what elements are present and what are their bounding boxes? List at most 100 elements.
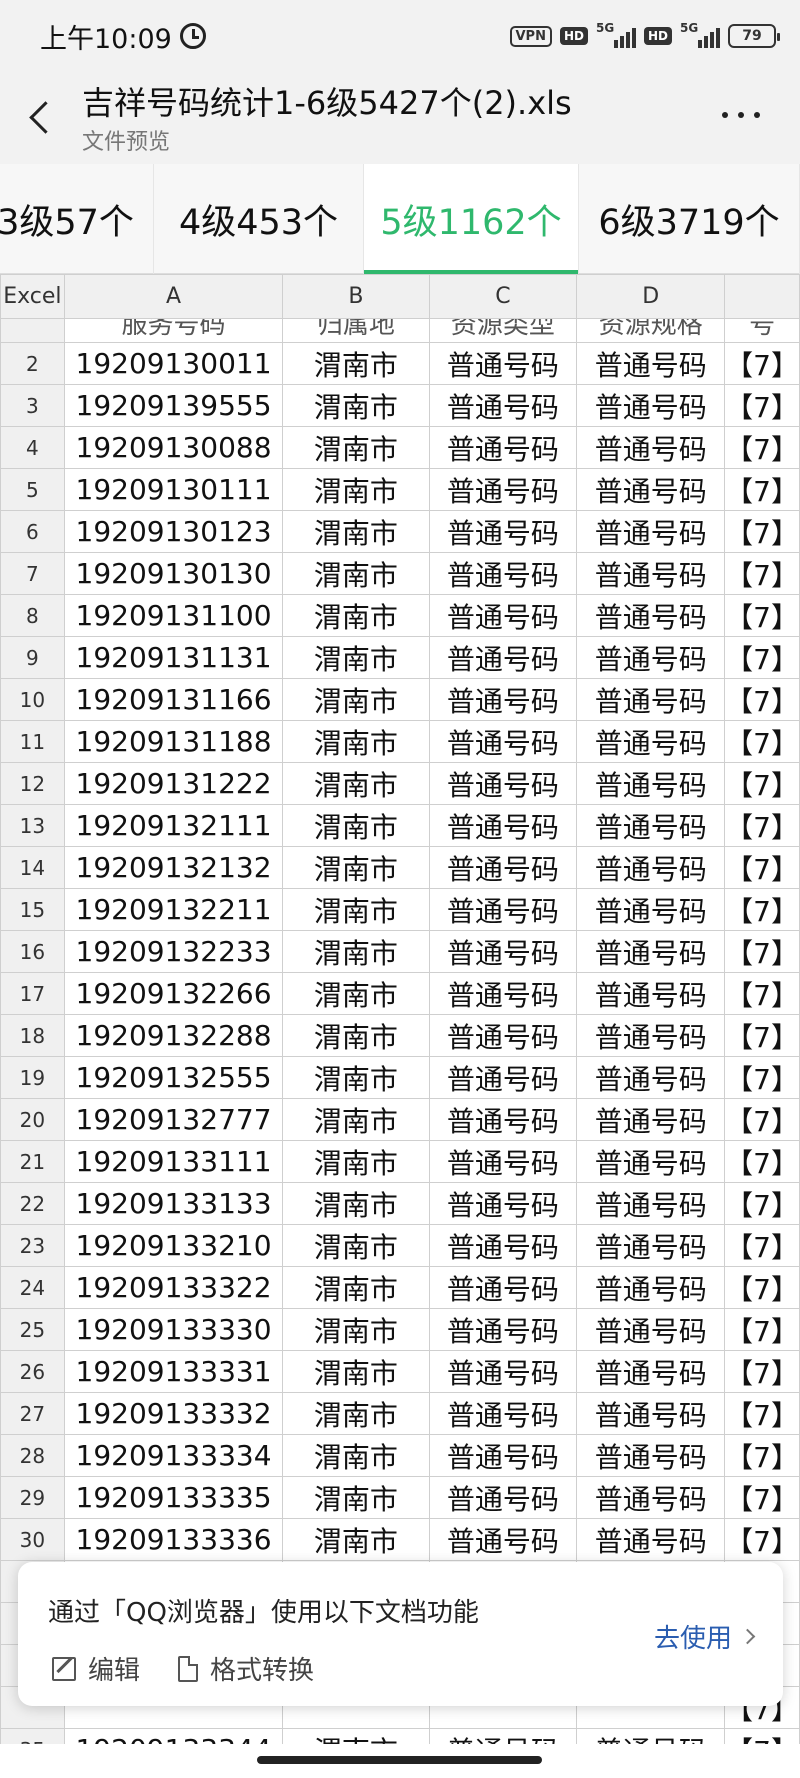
cell-region[interactable]: 渭南市 [282,594,430,637]
cell-region[interactable]: 渭南市 [282,930,430,973]
cell-type[interactable]: 普通号码 [428,1434,578,1477]
cell-region[interactable]: 渭南市 [282,1308,430,1351]
cell-type[interactable]: 普通号码 [428,552,578,595]
cell-spec[interactable]: 普通号码 [576,678,726,721]
cell-spec[interactable]: 普通号码 [576,594,726,637]
cell-region[interactable]: 渭南市 [282,1182,430,1225]
cell-extra[interactable]: 【7】 [724,678,800,721]
cell-extra[interactable]: 【7】 [724,1728,800,1744]
cell-type[interactable]: 普通号码 [428,1224,578,1267]
cell-type[interactable]: 普通号码 [428,1518,578,1561]
cell-number[interactable]: 19209133332 [63,1392,284,1435]
cell-number[interactable]: 19209131100 [63,594,284,637]
cell-type[interactable]: 普通号码 [428,1476,578,1519]
cell-region[interactable]: 渭南市 [282,1140,430,1183]
cell-region[interactable]: 渭南市 [282,342,430,385]
cell-extra[interactable]: 【7】 [724,1266,800,1309]
cell-extra[interactable]: 【7】 [724,1434,800,1477]
cell-type[interactable]: 普通号码 [428,1728,578,1744]
cell-spec[interactable]: 普通号码 [576,1014,726,1057]
cell-type[interactable]: 普通号码 [428,1308,578,1351]
cell-type[interactable]: 普通号码 [428,1014,578,1057]
cell[interactable]: 归属地 [282,318,430,343]
cell-spec[interactable]: 普通号码 [576,426,726,469]
cell-region[interactable]: 渭南市 [282,1224,430,1267]
cell-number[interactable]: 19209131188 [63,720,284,763]
more-icon[interactable] [722,112,760,118]
cell[interactable]: 资源类型 [428,318,578,343]
column-header-c[interactable]: C [428,274,578,319]
cell-extra[interactable]: 【7】 [724,426,800,469]
cell-number[interactable]: 19209132132 [63,846,284,889]
cell-number[interactable]: 19209133344 [63,1728,284,1744]
home-indicator[interactable] [257,1756,542,1764]
cell-region[interactable]: 渭南市 [282,1392,430,1435]
cell-number[interactable]: 19209133335 [63,1476,284,1519]
cell-extra[interactable]: 【7】 [724,384,800,427]
cell-spec[interactable]: 普通号码 [576,762,726,805]
edit-button[interactable]: 编辑 [52,1650,140,1687]
cell-region[interactable]: 渭南市 [282,972,430,1015]
cell-type[interactable]: 普通号码 [428,342,578,385]
cell[interactable]: 资源规格 [576,318,726,343]
cell-number[interactable]: 19209132266 [63,972,284,1015]
cell-number[interactable]: 19209130130 [63,552,284,595]
cell-type[interactable]: 普通号码 [428,888,578,931]
cell-type[interactable]: 普通号码 [428,972,578,1015]
cell-region[interactable]: 渭南市 [282,552,430,595]
cell-number[interactable]: 19209130088 [63,426,284,469]
cell-spec[interactable]: 普通号码 [576,1140,726,1183]
cell-number[interactable]: 19209130011 [63,342,284,385]
cell-spec[interactable]: 普通号码 [576,384,726,427]
cell-number[interactable]: 19209130123 [63,510,284,553]
cell-region[interactable]: 渭南市 [282,762,430,805]
cell-type[interactable]: 普通号码 [428,1392,578,1435]
cell-spec[interactable]: 普通号码 [576,804,726,847]
cell-type[interactable]: 普通号码 [428,426,578,469]
cell-number[interactable]: 19209133210 [63,1224,284,1267]
cell-spec[interactable]: 普通号码 [576,1518,726,1561]
cell-spec[interactable]: 普通号码 [576,1434,726,1477]
cell-extra[interactable]: 【7】 [724,552,800,595]
cell-type[interactable]: 普通号码 [428,930,578,973]
cell-region[interactable]: 渭南市 [282,1728,430,1744]
cell-extra[interactable]: 【7】 [724,1308,800,1351]
cell-extra[interactable]: 【7】 [724,930,800,973]
cell-number[interactable]: 19209132288 [63,1014,284,1057]
cell-extra[interactable]: 【7】 [724,594,800,637]
cell-extra[interactable]: 【7】 [724,1224,800,1267]
cell-spec[interactable]: 普通号码 [576,846,726,889]
cell-type[interactable]: 普通号码 [428,804,578,847]
cell[interactable]: 服务号码 [63,318,284,343]
tab-level-6[interactable]: 6级3719个 [579,164,800,274]
cell-region[interactable]: 渭南市 [282,888,430,931]
cell-spec[interactable]: 普通号码 [576,888,726,931]
cell-number[interactable]: 19209139555 [63,384,284,427]
go-use-button[interactable]: 去使用 [654,1618,756,1655]
cell-number[interactable]: 19209132555 [63,1056,284,1099]
cell-region[interactable]: 渭南市 [282,1056,430,1099]
cell-type[interactable]: 普通号码 [428,1350,578,1393]
cell-region[interactable]: 渭南市 [282,426,430,469]
cell-number[interactable]: 19209133330 [63,1308,284,1351]
cell-type[interactable]: 普通号码 [428,1182,578,1225]
cell-extra[interactable]: 【7】 [724,1518,800,1561]
cell-number[interactable]: 19209132111 [63,804,284,847]
cell-region[interactable]: 渭南市 [282,636,430,679]
cell-extra[interactable]: 【7】 [724,762,800,805]
cell-extra[interactable]: 【7】 [724,1140,800,1183]
cell-spec[interactable]: 普通号码 [576,342,726,385]
cell-extra[interactable]: 【7】 [724,342,800,385]
cell-spec[interactable]: 普通号码 [576,552,726,595]
cell-region[interactable]: 渭南市 [282,1014,430,1057]
cell-region[interactable]: 渭南市 [282,1266,430,1309]
cell-spec[interactable]: 普通号码 [576,510,726,553]
cell-extra[interactable]: 【7】 [724,720,800,763]
cell-number[interactable]: 19209133336 [63,1518,284,1561]
cell-region[interactable]: 渭南市 [282,384,430,427]
tab-level-4[interactable]: 4级453个 [154,164,364,274]
cell-spec[interactable]: 普通号码 [576,1182,726,1225]
cell-number[interactable]: 19209133111 [63,1140,284,1183]
cell-type[interactable]: 普通号码 [428,1266,578,1309]
cell-number[interactable]: 19209132233 [63,930,284,973]
